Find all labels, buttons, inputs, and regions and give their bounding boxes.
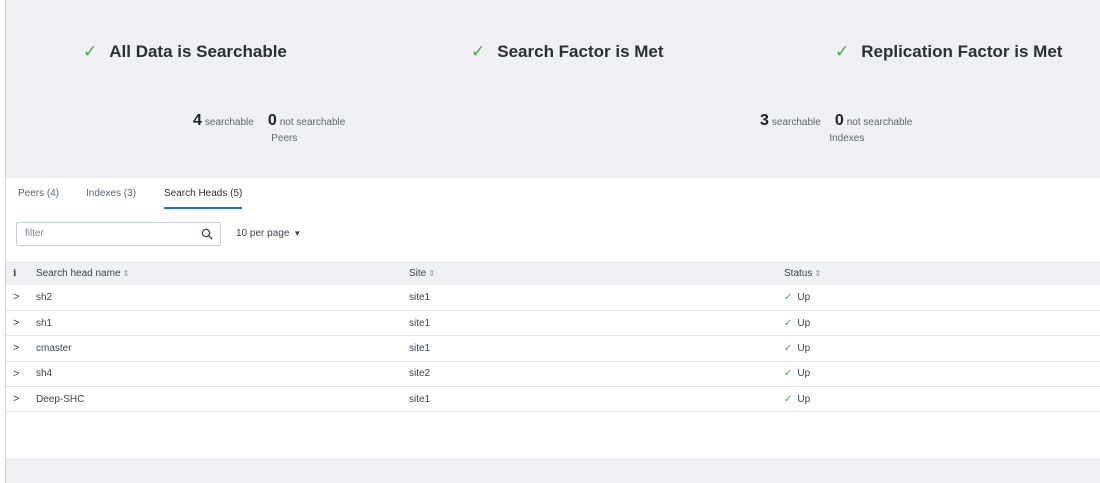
- status-text: Up: [797, 393, 811, 405]
- content-panel: Peers (4) Indexes (3) Search Heads (5) 1…: [6, 178, 1100, 458]
- info-column-header: i: [6, 261, 36, 285]
- status-label: Search Factor is Met: [497, 42, 664, 61]
- searchable-count: 4: [193, 112, 202, 129]
- table-row: > sh2 site1 ✓ Up: [6, 285, 1100, 311]
- per-page-label: 10 per page: [236, 228, 290, 239]
- table-row: > sh4 site2 ✓ Up: [6, 361, 1100, 387]
- count-caption: Indexes: [829, 133, 865, 144]
- filter-input[interactable]: [25, 228, 195, 239]
- sort-icon: ⇕: [428, 268, 435, 278]
- searchable-label: searchable: [204, 117, 254, 128]
- search-head-name: Deep-SHC: [36, 393, 85, 405]
- check-icon: ✓: [784, 393, 793, 405]
- peers-counts: 4 searchable 0 not searchable Peers: [193, 112, 359, 144]
- search-head-name: sh1: [36, 317, 53, 329]
- count-caption: Peers: [271, 133, 298, 144]
- check-icon: ✓: [471, 42, 486, 61]
- status-summary: ✓ All Data is Searchable ✓ Search Factor…: [6, 0, 1100, 100]
- indexes-counts: 3 searchable 0 not searchable Indexes: [760, 112, 926, 144]
- column-header-status[interactable]: Status ⇕: [784, 261, 1100, 285]
- tab-bar: Peers (4) Indexes (3) Search Heads (5): [6, 178, 1100, 209]
- status-replication-factor: ✓ Replication Factor is Met: [835, 42, 1062, 62]
- column-header-site[interactable]: Site ⇕: [409, 261, 784, 285]
- filter-field: [16, 222, 221, 246]
- status-text: Up: [797, 368, 811, 380]
- status-cell: ✓ Up: [784, 318, 1100, 329]
- status-cell: ✓ Up: [784, 343, 1100, 354]
- not-searchable-label: not searchable: [846, 117, 913, 128]
- expand-chevron-icon[interactable]: >: [13, 393, 19, 405]
- not-searchable-label: not searchable: [279, 117, 346, 128]
- not-searchable-count: 0: [267, 112, 277, 129]
- site-cell: site2: [409, 368, 431, 380]
- sort-icon: ⇕: [122, 268, 130, 278]
- search-head-name: cmaster: [36, 342, 72, 354]
- column-label: Search head name: [36, 267, 121, 279]
- site-cell: site1: [409, 393, 431, 405]
- status-cell: ✓ Up: [784, 292, 1100, 303]
- status-label: All Data is Searchable: [109, 42, 287, 61]
- status-cell: ✓ Up: [784, 394, 1100, 405]
- table-row: > sh1 site1 ✓ Up: [6, 310, 1100, 336]
- status-text: Up: [797, 342, 811, 354]
- info-icon: i: [13, 268, 17, 279]
- site-cell: site1: [409, 291, 431, 303]
- tab-search-heads[interactable]: Search Heads (5): [164, 188, 243, 209]
- table-row: > cmaster site1 ✓ Up: [6, 336, 1100, 362]
- not-searchable-count: 0: [834, 112, 844, 129]
- status-text: Up: [797, 317, 811, 329]
- search-icon[interactable]: [201, 228, 213, 240]
- expand-chevron-icon[interactable]: >: [13, 291, 19, 303]
- tab-indexes[interactable]: Indexes (3): [86, 188, 136, 207]
- column-label: Site: [409, 267, 427, 279]
- table-row: > Deep-SHC site1 ✓ Up: [6, 387, 1100, 412]
- cluster-status-view: ✓ All Data is Searchable ✓ Search Factor…: [5, 0, 1100, 483]
- searchable-count: 3: [760, 112, 769, 129]
- search-head-name: sh4: [36, 368, 53, 380]
- search-heads-table: i Search head name ⇕ Site ⇕ Status ⇕ > sh2 …: [6, 261, 1100, 412]
- check-icon: ✓: [784, 291, 793, 303]
- tab-peers[interactable]: Peers (4): [18, 188, 59, 207]
- check-icon: ✓: [784, 368, 793, 380]
- caret-down-icon: ▼: [293, 229, 302, 238]
- search-head-name: sh2: [36, 291, 53, 303]
- table-header-row: i Search head name ⇕ Site ⇕ Status ⇕: [6, 261, 1100, 285]
- column-label: Status: [784, 267, 813, 279]
- site-cell: site1: [409, 317, 431, 329]
- status-all-data-searchable: ✓ All Data is Searchable: [83, 42, 287, 62]
- sort-icon: ⇕: [814, 268, 822, 278]
- expand-chevron-icon[interactable]: >: [13, 342, 19, 354]
- status-text: Up: [797, 291, 811, 303]
- status-cell: ✓ Up: [784, 368, 1100, 379]
- column-header-name[interactable]: Search head name ⇕: [36, 261, 409, 285]
- searchable-label: searchable: [771, 117, 821, 128]
- status-label: Replication Factor is Met: [861, 42, 1063, 61]
- expand-chevron-icon[interactable]: >: [13, 317, 19, 329]
- status-search-factor: ✓ Search Factor is Met: [471, 42, 664, 62]
- check-icon: ✓: [784, 342, 793, 354]
- check-icon: ✓: [784, 317, 793, 329]
- expand-chevron-icon[interactable]: >: [13, 368, 19, 380]
- site-cell: site1: [409, 342, 431, 354]
- check-icon: ✓: [835, 42, 850, 61]
- per-page-dropdown[interactable]: 10 per page ▼: [236, 228, 301, 239]
- check-icon: ✓: [83, 42, 98, 61]
